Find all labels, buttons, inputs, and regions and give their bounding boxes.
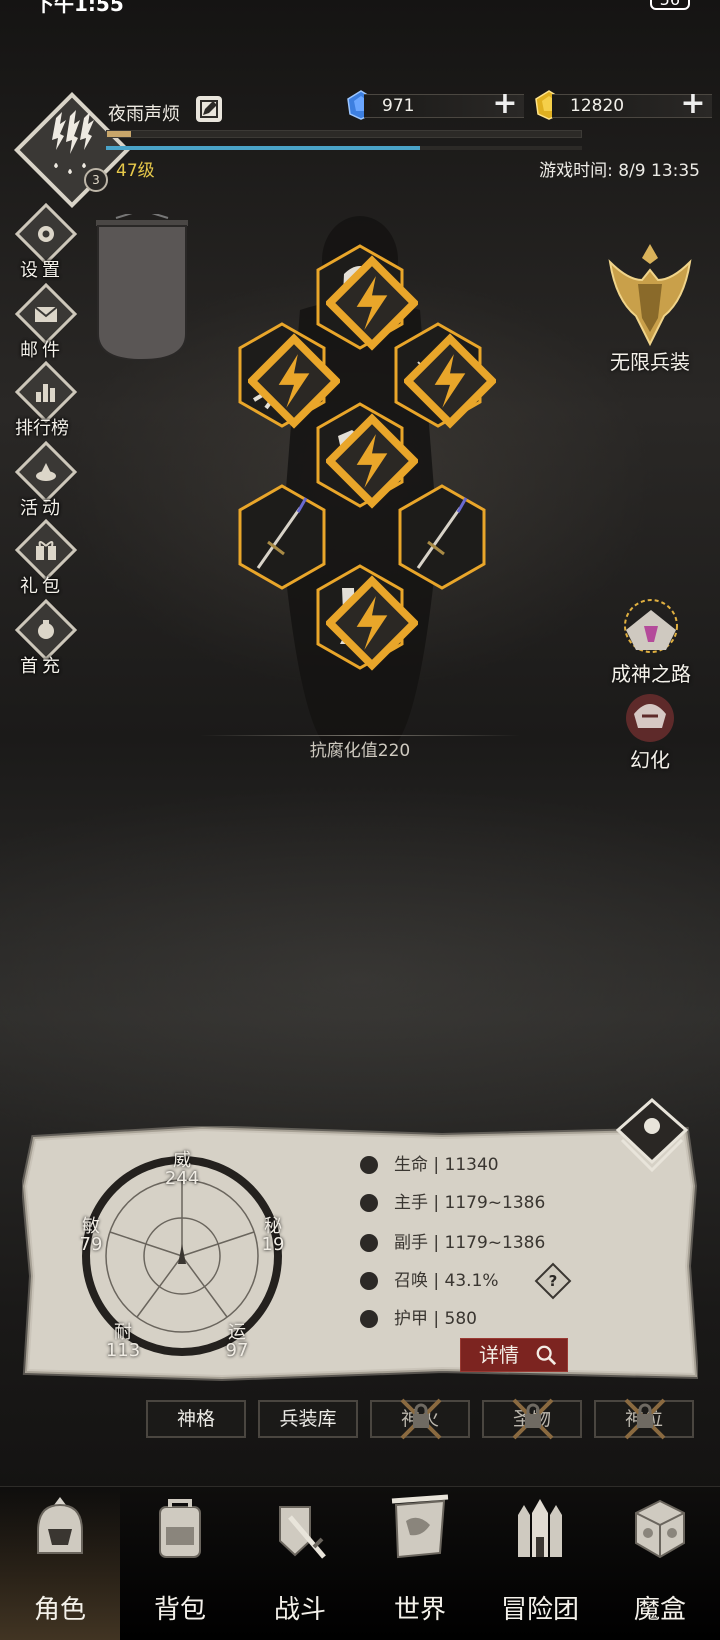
menu-events-label: 活动 — [20, 498, 64, 519]
stat-hp-value: 11340 — [444, 1155, 499, 1175]
infinite-arms-icon — [608, 244, 692, 347]
backpack-icon — [159, 1499, 201, 1558]
magnifier-icon — [536, 1345, 557, 1366]
armor-icon — [360, 1310, 378, 1328]
nav-world[interactable]: 世界 — [360, 1487, 480, 1640]
menu-first-charge-label: 首充 — [20, 656, 64, 677]
offhand-icon — [360, 1234, 378, 1252]
tab-divine-rank[interactable]: 神位 — [594, 1398, 694, 1440]
attr-min-value: 79 — [79, 1234, 103, 1255]
godhood-path-icon — [624, 599, 678, 653]
summon-icon — [360, 1272, 378, 1290]
mainhand-icon — [360, 1194, 378, 1212]
nav-battle-label: 战斗 — [273, 1595, 326, 1625]
tab-divinity[interactable]: 神格 — [146, 1400, 246, 1438]
menu-mail-label: 邮件 — [20, 340, 64, 361]
stat-armor-value: 580 — [444, 1309, 477, 1329]
equip-slot-boots[interactable] — [314, 564, 418, 671]
upgrade-bolt-icon — [326, 575, 418, 671]
menu-ranking-label: 排行榜 — [15, 418, 69, 439]
attr-wei-value: 244 — [164, 1168, 200, 1189]
tab-divine-fire[interactable]: 神火 — [370, 1398, 470, 1440]
first-charge-icon — [38, 620, 54, 639]
tab-relics[interactable]: 圣物 — [482, 1398, 582, 1440]
event-icon — [36, 463, 56, 481]
game-time: 游戏时间: 8/9 13:35 — [539, 161, 700, 181]
ranking-icon — [36, 384, 55, 402]
panel-toggle-button[interactable] — [614, 1096, 690, 1176]
guild-banner[interactable] — [96, 214, 188, 360]
attr-mi-value: 19 — [261, 1234, 285, 1255]
menu-mail[interactable]: 邮件 — [8, 282, 78, 362]
attr-nai-value: 113 — [105, 1340, 141, 1361]
map-icon — [391, 1494, 449, 1559]
infinite-arms-label: 无限兵装 — [610, 350, 690, 374]
nav-backpack-label: 背包 — [153, 1595, 206, 1625]
menu-events[interactable]: 活动 — [8, 440, 78, 520]
transform-button[interactable]: 幻化 — [614, 692, 686, 772]
lock-icon — [624, 1398, 666, 1440]
transform-label: 幻化 — [630, 748, 670, 772]
add-gold-gem-button[interactable]: + — [680, 89, 706, 119]
battle-icon — [279, 1506, 326, 1559]
player-name: 夜雨声烦 — [108, 104, 180, 125]
heart-icon — [360, 1156, 378, 1174]
bottom-navigation: 角色 背包 战斗 世界 冒险团 魔盒 — [0, 1486, 720, 1640]
gold-gem-amount: 12820 — [570, 96, 625, 116]
nav-magic-box-label: 魔盒 — [633, 1595, 686, 1625]
menu-settings-label: 设置 — [20, 260, 64, 281]
nav-world-label: 世界 — [393, 1595, 446, 1625]
lock-icon — [512, 1398, 554, 1440]
panel-toggle-icon — [615, 1097, 689, 1173]
blue-gem-amount: 971 — [382, 96, 415, 116]
nav-backpack[interactable]: 背包 — [120, 1487, 240, 1640]
corruption-resistance: 抗腐化值220 — [309, 741, 411, 761]
lock-icon — [400, 1398, 442, 1440]
stamina-bar — [106, 146, 582, 150]
status-bar: 下午1:55 56 — [0, 0, 720, 16]
stat-mainhand-value: 1179~1386 — [444, 1193, 546, 1213]
menu-settings[interactable]: 设置 — [8, 202, 78, 282]
stat-offhand-value: 1179~1386 — [444, 1233, 546, 1253]
stamina-fill — [106, 146, 421, 150]
menu-gift-label: 礼包 — [20, 576, 64, 597]
details-button[interactable]: 详情 — [460, 1338, 568, 1372]
nav-character[interactable]: 角色 — [0, 1487, 120, 1640]
nav-magic-box[interactable]: 魔盒 — [600, 1487, 720, 1640]
attr-yun-value: 97 — [225, 1340, 249, 1361]
nav-battle[interactable]: 战斗 — [240, 1487, 360, 1640]
edit-name-icon[interactable] — [196, 96, 222, 122]
magic-box-icon — [635, 1499, 685, 1559]
status-time: 下午1:55 — [34, 0, 124, 16]
avatar-level-badge: 3 — [84, 168, 108, 192]
infinite-arms-button[interactable]: 无限兵装 — [596, 240, 704, 380]
nav-adventure-group[interactable]: 冒险团 — [480, 1487, 600, 1640]
gear-icon — [38, 226, 54, 242]
experience-fill — [107, 131, 131, 137]
stat-summon-value: 43.1% — [444, 1271, 499, 1291]
nav-character-label: 角色 — [33, 1595, 86, 1625]
menu-ranking[interactable]: 排行榜 — [8, 360, 78, 440]
transform-icon — [626, 694, 674, 742]
gift-icon — [36, 541, 56, 560]
mail-icon — [34, 306, 58, 322]
add-blue-gem-button[interactable]: + — [492, 89, 518, 119]
battery-indicator: 56 — [649, 0, 690, 10]
tab-arsenal[interactable]: 兵装库 — [258, 1400, 358, 1438]
nav-adventure-group-label: 冒险团 — [500, 1595, 579, 1625]
helmet-icon — [37, 1497, 83, 1554]
player-level: 47级 — [116, 161, 155, 181]
castle-icon — [518, 1499, 562, 1557]
experience-bar — [106, 130, 582, 138]
menu-first-charge[interactable]: 首充 — [8, 598, 78, 678]
menu-gift[interactable]: 礼包 — [8, 518, 78, 598]
godhood-path-label: 成神之路 — [611, 662, 691, 686]
godhood-path-button[interactable]: 成神之路 — [596, 596, 706, 686]
